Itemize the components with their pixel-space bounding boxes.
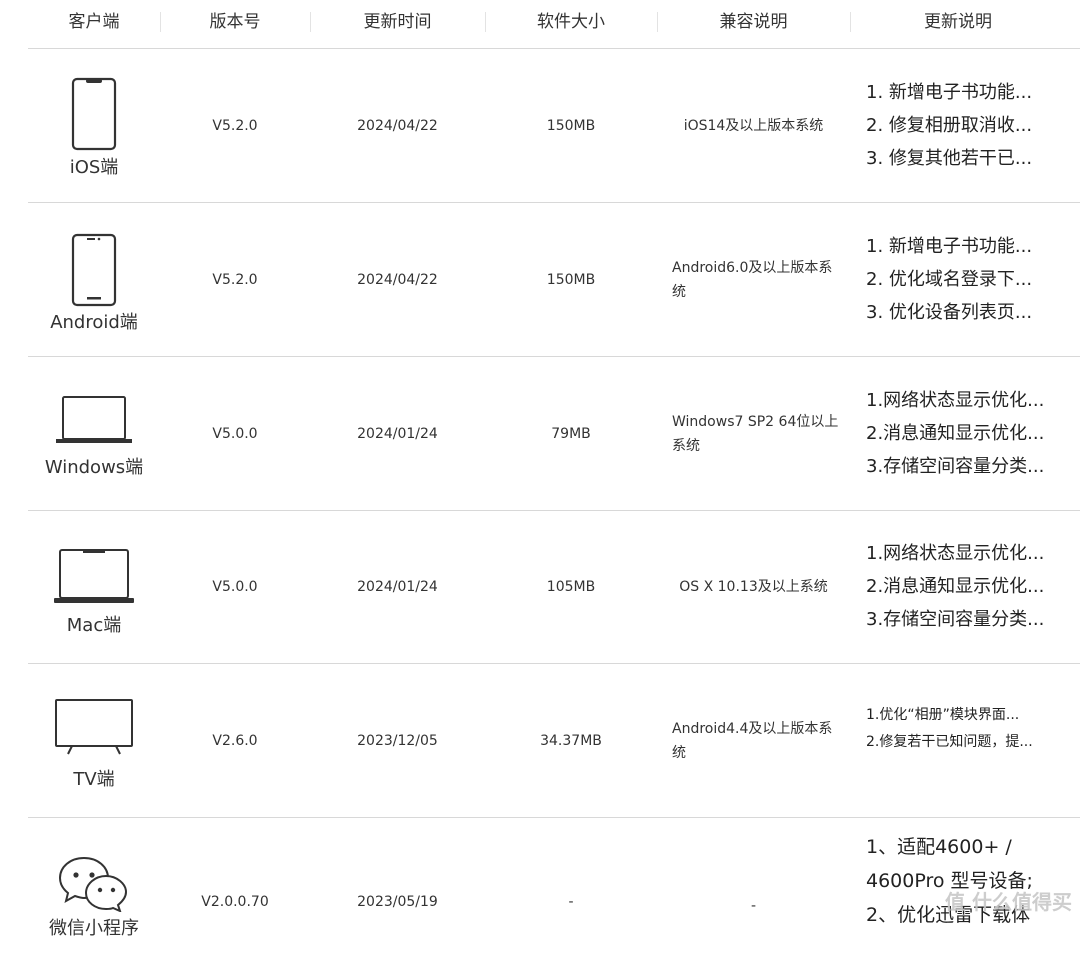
note-item: 3. 优化设备列表页... bbox=[866, 302, 1033, 323]
client-cell[interactable]: 微信小程序 bbox=[28, 818, 160, 971]
client-label: Windows端 bbox=[44, 457, 144, 478]
iphone-icon bbox=[28, 77, 160, 151]
size-cell: 79MB bbox=[551, 425, 591, 442]
version-cell: V5.0.0 bbox=[212, 425, 258, 442]
compat-cell: Android6.0及以上版本系统 bbox=[672, 259, 833, 300]
date-cell: 2024/01/24 bbox=[357, 578, 438, 595]
header-compat: 兼容说明 bbox=[719, 12, 788, 32]
table-header: 客户端 版本号 更新时间 软件大小 兼容说明 更新说明 bbox=[28, 0, 1080, 49]
client-label: Mac端 bbox=[66, 615, 122, 636]
date-cell: 2023/05/19 bbox=[357, 894, 438, 910]
note-item: 2.消息通知显示优化... bbox=[866, 576, 1045, 597]
date-cell: 2024/04/22 bbox=[357, 271, 438, 288]
size-cell: 150MB bbox=[546, 117, 596, 134]
table-row: Windows端 V5.0.0 2024/01/24 79MB Windows7… bbox=[28, 357, 1080, 511]
note-item: 2. 优化域名登录下... bbox=[866, 269, 1033, 290]
client-label: 微信小程序 bbox=[49, 918, 139, 939]
size-cell: - bbox=[568, 894, 574, 910]
client-cell[interactable]: iOS端 bbox=[28, 49, 160, 202]
tv-icon bbox=[28, 698, 160, 756]
header-version: 版本号 bbox=[209, 12, 261, 32]
client-cell[interactable]: Mac端 bbox=[28, 510, 160, 663]
notes-cell: 1.网络状态显示优化... 2.消息通知显示优化... 3.存储空间容量分类..… bbox=[866, 510, 1080, 663]
client-cell[interactable]: Windows端 bbox=[28, 357, 160, 510]
note-item: 1、适配4600+ / bbox=[866, 836, 1012, 858]
note-item: 1. 新增电子书功能... bbox=[866, 236, 1033, 257]
notes-cell: 1. 新增电子书功能... 2. 修复相册取消收... 3. 修复其他若干已..… bbox=[866, 49, 1080, 202]
header-size: 软件大小 bbox=[537, 12, 605, 32]
note-item: 2. 修复相册取消收... bbox=[866, 115, 1033, 136]
note-item: 3.存储空间容量分类... bbox=[866, 609, 1045, 630]
compat-cell: - bbox=[750, 898, 757, 914]
table-row: Mac端 V5.0.0 2024/01/24 105MB OS X 10.13及… bbox=[28, 510, 1080, 664]
table-row: TV端 V2.6.0 2023/12/05 34.37MB Android4.4… bbox=[28, 664, 1080, 818]
date-cell: 2024/01/24 bbox=[357, 425, 438, 442]
size-cell: 105MB bbox=[546, 578, 596, 595]
client-cell[interactable]: TV端 bbox=[28, 664, 160, 817]
version-cell: V5.2.0 bbox=[212, 271, 258, 288]
compat-cell: Android4.4及以上版本系统 bbox=[672, 720, 833, 761]
note-item: 3.存储空间容量分类... bbox=[866, 456, 1045, 477]
table-row: iOS端 V5.2.0 2024/04/22 150MB iOS14及以上版本系… bbox=[28, 49, 1080, 203]
header-client: 客户端 bbox=[68, 12, 120, 32]
note-item: 3. 修复其他若干已... bbox=[866, 148, 1033, 169]
android-phone-icon bbox=[28, 233, 160, 307]
version-cell: V2.6.0 bbox=[212, 732, 258, 749]
header-notes: 更新说明 bbox=[924, 12, 992, 32]
compat-cell: Windows7 SP2 64位以上系统 bbox=[672, 413, 839, 454]
version-cell: V5.2.0 bbox=[212, 117, 258, 134]
macbook-icon bbox=[28, 548, 160, 606]
date-cell: 2023/12/05 bbox=[357, 732, 438, 749]
size-cell: 150MB bbox=[546, 271, 596, 288]
notes-cell: 1.网络状态显示优化... 2.消息通知显示优化... 3.存储空间容量分类..… bbox=[866, 357, 1080, 510]
note-item: 2.修复若干已知问题，提... bbox=[866, 734, 1033, 750]
note-item: 2.消息通知显示优化... bbox=[866, 423, 1045, 444]
note-item: 1.网络状态显示优化... bbox=[866, 543, 1045, 564]
header-date: 更新时间 bbox=[363, 12, 432, 32]
note-item: 1. 新增电子书功能... bbox=[866, 82, 1033, 103]
table-row: 微信小程序 V2.0.0.70 2023/05/19 - - 1、适配4600+… bbox=[28, 818, 1080, 939]
date-cell: 2024/04/22 bbox=[357, 117, 438, 134]
laptop-icon bbox=[28, 395, 160, 447]
size-cell: 34.37MB bbox=[540, 732, 602, 749]
client-label: Android端 bbox=[50, 312, 138, 333]
client-cell[interactable]: Android端 bbox=[28, 203, 160, 356]
note-item: 1.优化“相册”模块界面... bbox=[866, 707, 1020, 723]
compat-cell: iOS14及以上版本系统 bbox=[683, 117, 824, 134]
note-item: 1.网络状态显示优化... bbox=[866, 390, 1045, 411]
notes-cell: 1. 新增电子书功能... 2. 优化域名登录下... 3. 优化设备列表页..… bbox=[866, 203, 1080, 356]
client-label: TV端 bbox=[73, 769, 115, 790]
notes-cell: 1.优化“相册”模块界面... 2.修复若干已知问题，提... bbox=[866, 664, 1080, 756]
wechat-icon bbox=[28, 854, 160, 912]
client-label: iOS端 bbox=[69, 157, 119, 178]
watermark: 值 什么值得买 bbox=[945, 890, 1072, 914]
table-row: Android端 V5.2.0 2024/04/22 150MB Android… bbox=[28, 203, 1080, 357]
version-cell: V5.0.0 bbox=[212, 578, 258, 595]
version-cell: V2.0.0.70 bbox=[201, 894, 269, 910]
compat-cell: OS X 10.13及以上系统 bbox=[679, 578, 828, 595]
